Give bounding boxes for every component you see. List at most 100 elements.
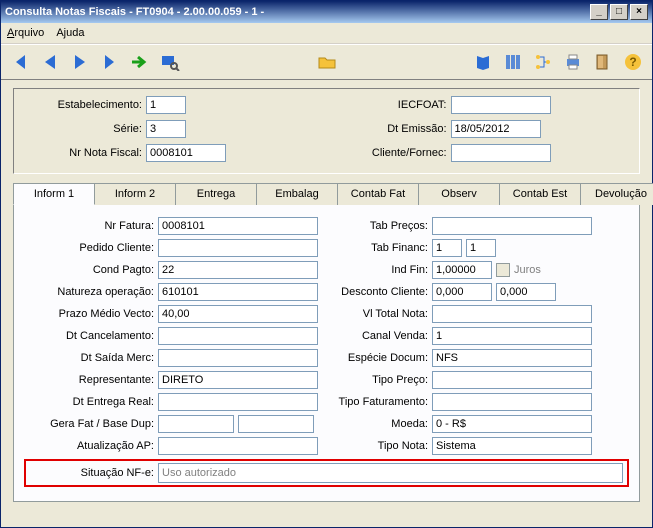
nr-fatura-input[interactable] [158, 217, 318, 235]
close-button[interactable]: × [630, 4, 648, 20]
nr-nota-label: Nr Nota Fiscal: [22, 147, 142, 159]
tipo-nota-label: Tipo Nota: [318, 440, 432, 452]
tipo-preco-label: Tipo Preço: [318, 374, 432, 386]
natureza-input[interactable] [158, 283, 318, 301]
juros-checkbox [496, 263, 510, 277]
content-area: Estabelecimento: Série: Nr Nota Fiscal: … [1, 80, 652, 506]
iecfoat-input[interactable] [451, 96, 551, 114]
title-bar: Consulta Notas Fiscais - FT0904 - 2.00.0… [1, 1, 652, 23]
tab-inform1[interactable]: Inform 1 [13, 183, 95, 205]
situacao-nfe-row: Situação NF-e: [24, 459, 629, 487]
menu-bar: Arquivo Ajuda [1, 23, 652, 44]
toolbar: ? [1, 44, 652, 80]
tab-contab-est[interactable]: Contab Est [499, 183, 581, 205]
cond-pagto-input[interactable] [158, 261, 318, 279]
desc-cliente-label: Desconto Cliente: [318, 286, 432, 298]
tab-inform2[interactable]: Inform 2 [94, 183, 176, 205]
atualiz-ap-label: Atualização AP: [24, 440, 158, 452]
columns-icon[interactable] [500, 49, 526, 75]
prazo-input[interactable] [158, 305, 318, 323]
cliente-fornec-label: Cliente/Fornec: [327, 147, 447, 159]
dt-entrega-input[interactable] [158, 393, 318, 411]
tipo-fatur-input[interactable] [432, 393, 592, 411]
vl-total-input[interactable] [432, 305, 592, 323]
cliente-fornec-input[interactable] [451, 144, 551, 162]
tab-financ1-input[interactable] [432, 239, 462, 257]
tab-observ[interactable]: Observ [418, 183, 500, 205]
tab-entrega[interactable]: Entrega [175, 183, 257, 205]
window-title: Consulta Notas Fiscais - FT0904 - 2.00.0… [5, 6, 590, 18]
tipo-fatur-label: Tipo Faturamento: [318, 396, 432, 408]
dt-saida-label: Dt Saída Merc: [24, 352, 158, 364]
menu-ajuda[interactable]: Ajuda [56, 27, 84, 39]
dt-cancel-input[interactable] [158, 327, 318, 345]
menu-arquivo[interactable]: Arquivo [7, 27, 44, 39]
tipo-nota-input[interactable] [432, 437, 592, 455]
dt-emissao-label: Dt Emissão: [327, 123, 447, 135]
tab-precos-input[interactable] [432, 217, 592, 235]
nr-nota-input[interactable] [146, 144, 226, 162]
canal-venda-input[interactable] [432, 327, 592, 345]
first-record-icon[interactable] [7, 49, 33, 75]
tab-panel-inform1: Nr Fatura: Tab Preços: Pedido Cliente: T… [13, 204, 640, 502]
tab-contab-fat[interactable]: Contab Fat [337, 183, 419, 205]
minimize-button[interactable]: _ [590, 4, 608, 20]
gera-fat2-input[interactable] [238, 415, 314, 433]
search-icon[interactable] [157, 49, 183, 75]
ind-fin-label: Ind Fin: [318, 264, 432, 276]
moeda-input[interactable] [432, 415, 592, 433]
especie-label: Espécie Docum: [318, 352, 432, 364]
desc-cliente1-input[interactable] [432, 283, 492, 301]
cond-pagto-label: Cond Pagto: [24, 264, 158, 276]
tipo-preco-input[interactable] [432, 371, 592, 389]
estabelecimento-label: Estabelecimento: [22, 99, 142, 111]
prev-record-icon[interactable] [37, 49, 63, 75]
pedido-cliente-input[interactable] [158, 239, 318, 257]
folder-icon[interactable] [314, 49, 340, 75]
dt-saida-input[interactable] [158, 349, 318, 367]
natureza-label: Natureza operação: [24, 286, 158, 298]
representante-input[interactable] [158, 371, 318, 389]
vl-total-label: Vl Total Nota: [318, 308, 432, 320]
tab-financ-label: Tab Financ: [318, 242, 432, 254]
last-record-icon[interactable] [97, 49, 123, 75]
juros-label: Juros [514, 264, 541, 276]
pedido-cliente-label: Pedido Cliente: [24, 242, 158, 254]
desc-cliente2-input[interactable] [496, 283, 556, 301]
canal-venda-label: Canal Venda: [318, 330, 432, 342]
next-record-icon[interactable] [67, 49, 93, 75]
dt-cancel-label: Dt Cancelamento: [24, 330, 158, 342]
goto-icon[interactable] [127, 49, 153, 75]
prazo-label: Prazo Médio Vecto: [24, 308, 158, 320]
nr-fatura-label: Nr Fatura: [24, 220, 158, 232]
moeda-label: Moeda: [318, 418, 432, 430]
iecfoat-label: IECFOAT: [327, 99, 447, 111]
book-icon[interactable] [470, 49, 496, 75]
help-icon[interactable]: ? [620, 49, 646, 75]
tab-precos-label: Tab Preços: [318, 220, 432, 232]
svg-text:?: ? [629, 55, 636, 69]
tab-devolucao[interactable]: Devolução [580, 183, 653, 205]
representante-label: Representante: [24, 374, 158, 386]
situacao-input [158, 463, 623, 483]
window-controls: _ □ × [590, 4, 648, 20]
tree-icon[interactable] [530, 49, 556, 75]
print-icon[interactable] [560, 49, 586, 75]
estabelecimento-input[interactable] [146, 96, 186, 114]
ind-fin-input[interactable] [432, 261, 492, 279]
exit-icon[interactable] [590, 49, 616, 75]
gera-fat-label: Gera Fat / Base Dup: [24, 418, 158, 430]
atualiz-ap-input[interactable] [158, 437, 318, 455]
situacao-label: Situação NF-e: [26, 467, 158, 479]
serie-label: Série: [22, 123, 142, 135]
app-window: Consulta Notas Fiscais - FT0904 - 2.00.0… [0, 0, 653, 528]
tab-embalag[interactable]: Embalag [256, 183, 338, 205]
especie-input[interactable] [432, 349, 592, 367]
tab-financ2-input[interactable] [466, 239, 496, 257]
dt-emissao-input[interactable] [451, 120, 541, 138]
header-panel: Estabelecimento: Série: Nr Nota Fiscal: … [13, 88, 640, 174]
gera-fat1-input[interactable] [158, 415, 234, 433]
dt-entrega-label: Dt Entrega Real: [24, 396, 158, 408]
serie-input[interactable] [146, 120, 186, 138]
maximize-button[interactable]: □ [610, 4, 628, 20]
